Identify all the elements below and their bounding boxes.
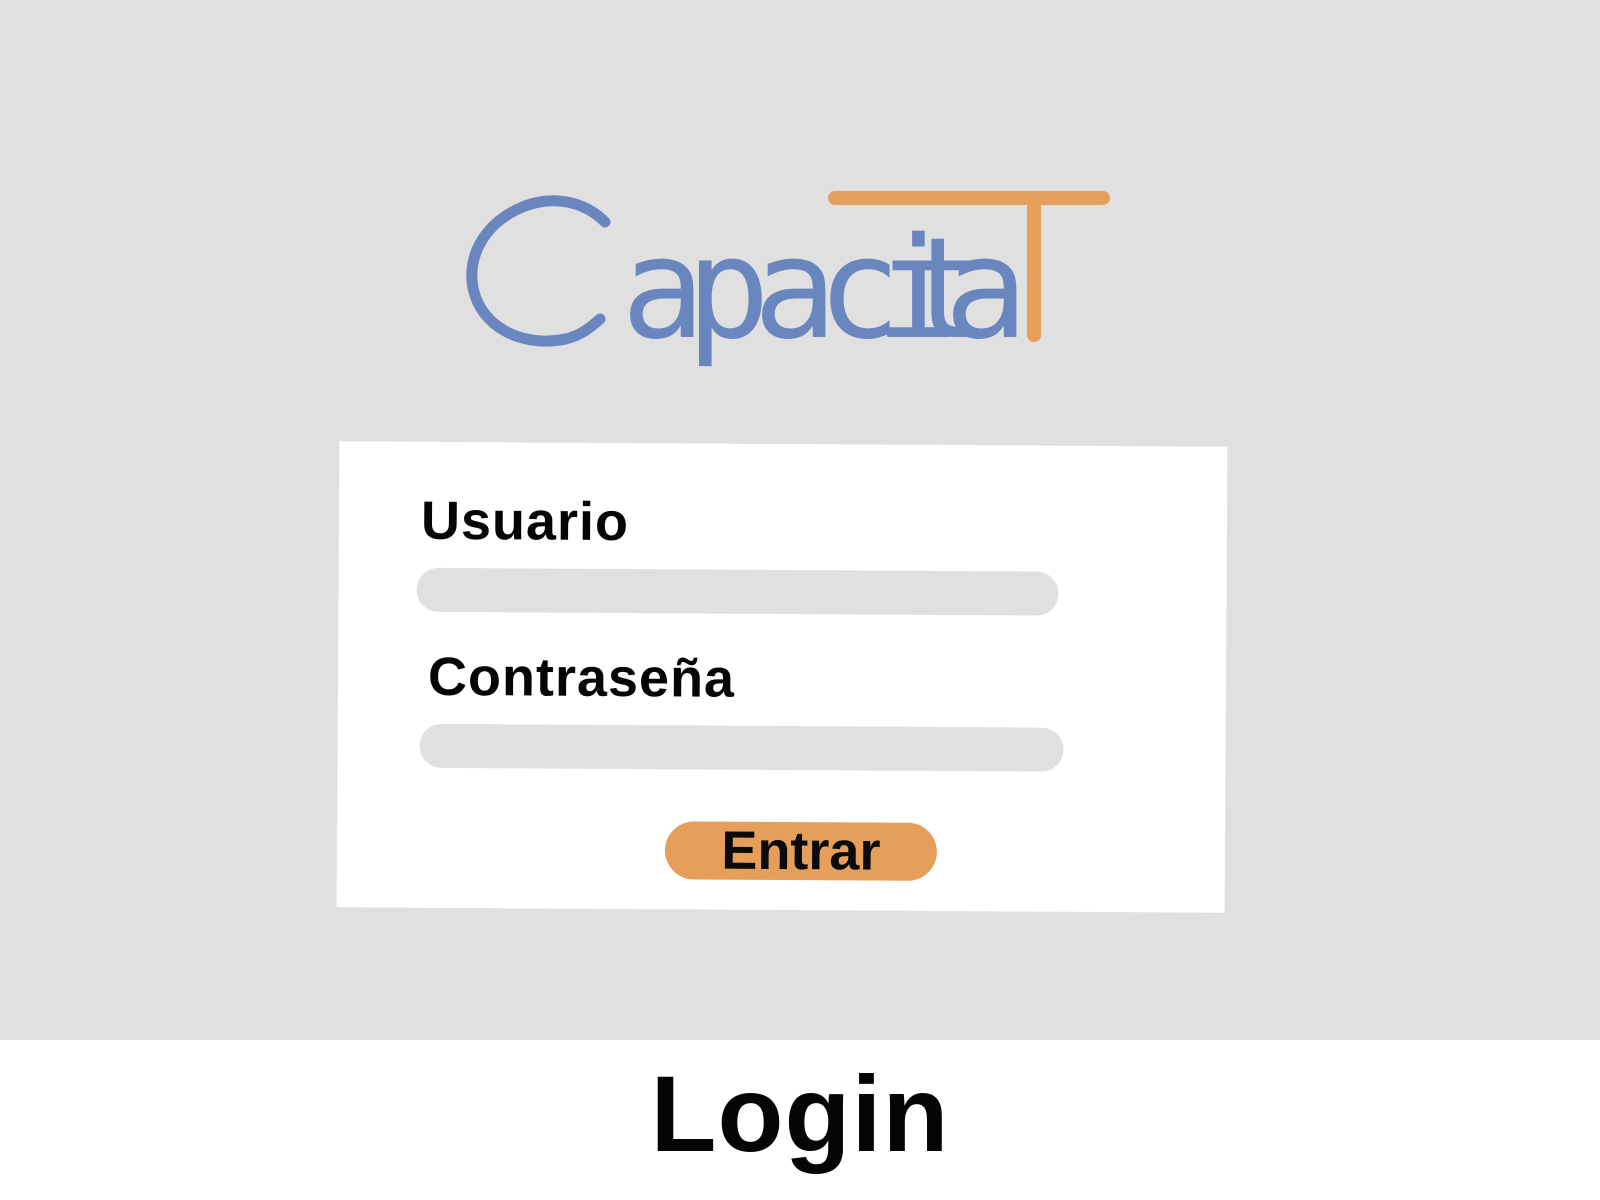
login-screen: a p a c i t a Usuario Contraseña Entrar bbox=[0, 0, 1600, 1040]
username-input[interactable] bbox=[416, 567, 1059, 616]
password-input[interactable] bbox=[419, 723, 1064, 772]
capacitat-logo: a p a c i t a bbox=[460, 180, 1140, 430]
password-label: Contraseña bbox=[427, 646, 736, 709]
page-title: Login bbox=[650, 1053, 950, 1174]
capacitat-logo-icon: a p a c i t a bbox=[466, 191, 1110, 371]
username-label: Usuario bbox=[420, 490, 630, 553]
logo-letter-a-third: a bbox=[944, 208, 1028, 371]
login-form: Usuario Contraseña Entrar bbox=[336, 441, 1228, 913]
enter-button[interactable]: Entrar bbox=[664, 821, 938, 882]
logo-letter-c-shape bbox=[466, 195, 611, 347]
